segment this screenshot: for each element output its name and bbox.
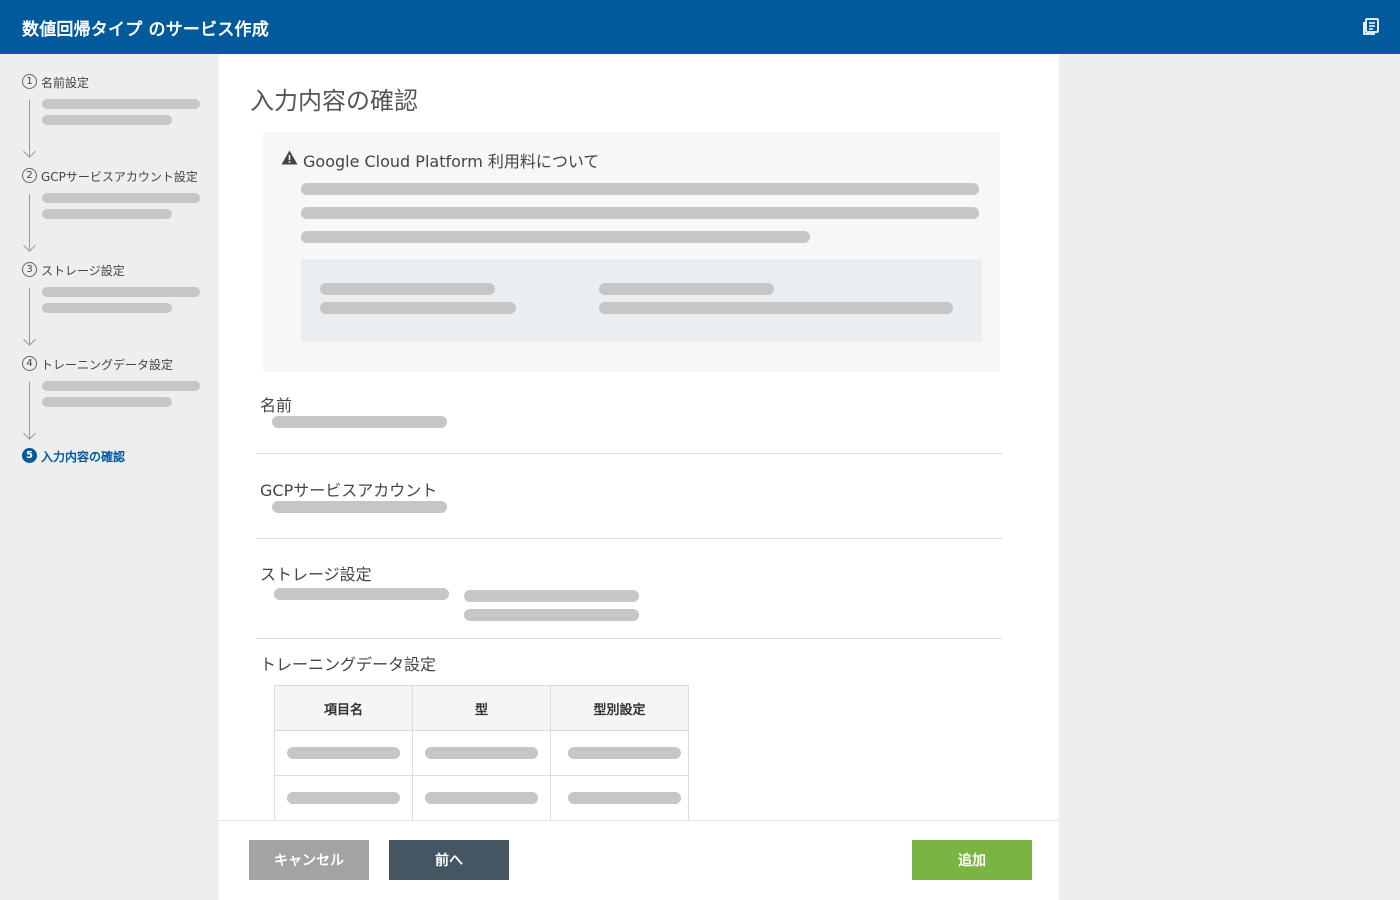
placeholder-line: [464, 590, 639, 602]
chevron-down-icon: [23, 239, 36, 252]
placeholder-line: [272, 416, 447, 428]
step-number: 2: [22, 168, 37, 183]
column-header-type: 型: [412, 685, 551, 731]
table-row: [274, 775, 689, 820]
confirmation-panel: 入力内容の確認 Google Cloud Platform 利用料について 名前…: [219, 54, 1059, 820]
column-header-type-settings: 型別設定: [550, 685, 689, 731]
divider: [256, 453, 1002, 454]
placeholder-line: [320, 283, 495, 295]
table-cell: [550, 775, 689, 820]
previous-button[interactable]: 前へ: [389, 840, 509, 880]
placeholder-line: [287, 792, 400, 804]
document-stack-icon[interactable]: [1362, 18, 1380, 36]
placeholder-line: [42, 381, 200, 391]
table-cell: [274, 730, 413, 776]
section-label-name: 名前: [260, 396, 293, 415]
action-footer: キャンセル 前へ 追加: [219, 820, 1059, 900]
app-header: 数値回帰タイプ のサービス作成: [0, 0, 1400, 54]
right-background: [1059, 54, 1400, 900]
placeholder-line: [425, 747, 538, 759]
placeholder-line: [301, 231, 810, 243]
placeholder-line: [42, 209, 172, 219]
chevron-down-icon: [23, 427, 36, 440]
table-cell: [412, 730, 551, 776]
placeholder-line: [599, 283, 774, 295]
section-label-storage: ストレージ設定: [260, 565, 372, 584]
step-label: 入力内容の確認: [41, 450, 126, 464]
add-button[interactable]: 追加: [912, 840, 1032, 880]
page-title: 入力内容の確認: [250, 87, 418, 115]
placeholder-line: [301, 207, 979, 219]
step-label: GCPサービスアカウント設定: [41, 170, 198, 184]
placeholder-line: [568, 792, 681, 804]
placeholder-line: [568, 747, 681, 759]
table-cell: [274, 775, 413, 820]
table-cell: [412, 775, 551, 820]
chevron-down-icon: [23, 145, 36, 158]
notice-title: Google Cloud Platform 利用料について: [303, 152, 600, 171]
step-number: 4: [22, 356, 37, 371]
warning-icon: [281, 150, 298, 165]
table-header-row: 項目名 型 型別設定: [274, 685, 689, 731]
placeholder-line: [274, 588, 449, 600]
section-label-training: トレーニングデータ設定: [260, 655, 437, 674]
placeholder-line: [42, 99, 200, 109]
step-sidebar: 1 名前設定 2 GCPサービスアカウント設定 3 ストレージ設定 4 トレーニ…: [0, 54, 219, 900]
gcp-fee-notice: Google Cloud Platform 利用料について: [263, 132, 1000, 372]
placeholder-line: [272, 501, 447, 513]
placeholder-line: [42, 115, 172, 125]
step-number: 3: [22, 262, 37, 277]
table-cell: [550, 730, 689, 776]
step-number: 1: [22, 74, 37, 89]
placeholder-line: [42, 397, 172, 407]
section-label-gcp: GCPサービスアカウント: [260, 481, 438, 500]
placeholder-line: [42, 303, 172, 313]
placeholder-line: [464, 609, 639, 621]
placeholder-line: [42, 193, 200, 203]
placeholder-line: [425, 792, 538, 804]
step-label: 名前設定: [41, 76, 90, 90]
page-header-title: 数値回帰タイプ のサービス作成: [22, 20, 269, 40]
divider: [256, 538, 1002, 539]
step-number: 5: [22, 448, 37, 463]
divider: [256, 638, 1002, 639]
placeholder-line: [42, 287, 200, 297]
placeholder-line: [320, 302, 516, 314]
cancel-button[interactable]: キャンセル: [249, 840, 369, 880]
column-header-item-name: 項目名: [274, 685, 413, 731]
step-label: ストレージ設定: [41, 264, 125, 278]
chevron-down-icon: [23, 333, 36, 346]
placeholder-line: [599, 302, 953, 314]
training-data-table: 項目名 型 型別設定: [274, 685, 689, 820]
step-label: トレーニングデータ設定: [41, 358, 174, 372]
placeholder-line: [301, 183, 979, 195]
placeholder-line: [287, 747, 400, 759]
fee-detail-box: [301, 259, 982, 342]
table-row: [274, 730, 689, 776]
